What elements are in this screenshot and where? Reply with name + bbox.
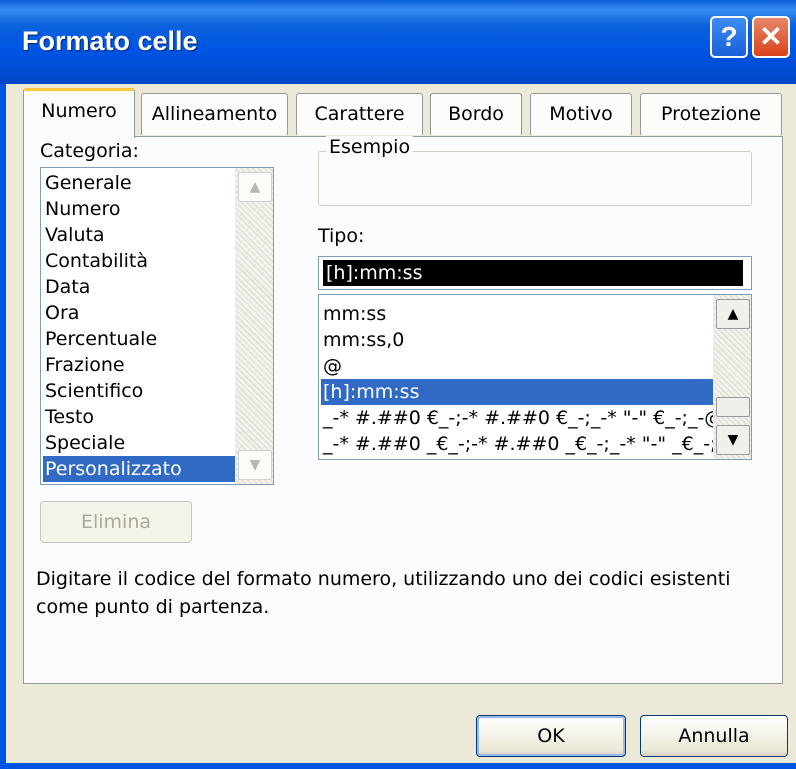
category-item[interactable]: Data xyxy=(43,274,235,300)
close-button[interactable]: ✕ xyxy=(752,16,790,58)
category-label: Categoria: xyxy=(40,140,139,162)
format-item[interactable]: @ xyxy=(321,353,715,379)
dialog-title: Formato celle xyxy=(22,26,198,56)
type-label: Tipo: xyxy=(318,225,365,247)
tab-carattere[interactable]: Carattere xyxy=(296,93,423,135)
category-item[interactable]: Speciale xyxy=(43,430,235,456)
example-groupbox xyxy=(318,151,752,206)
tab-protezione[interactable]: Protezione xyxy=(640,93,782,135)
category-item[interactable]: Generale xyxy=(43,170,235,196)
format-item[interactable]: mm:ss xyxy=(321,301,715,327)
cancel-button[interactable]: Annulla xyxy=(640,715,788,757)
ok-button[interactable]: OK xyxy=(476,715,626,757)
category-item[interactable]: Frazione xyxy=(43,352,235,378)
category-item[interactable]: Ora xyxy=(43,300,235,326)
scroll-down-icon[interactable]: ▼ xyxy=(238,450,272,480)
category-listbox[interactable]: Generale Numero Valuta Contabilità Data … xyxy=(40,167,274,485)
category-item[interactable]: Testo xyxy=(43,404,235,430)
tab-numero[interactable]: Numero xyxy=(23,88,135,138)
category-item[interactable]: Valuta xyxy=(43,222,235,248)
format-scrollbar[interactable]: ▲ ▼ xyxy=(713,295,751,459)
category-item[interactable]: Numero xyxy=(43,196,235,222)
delete-button[interactable]: Elimina xyxy=(40,501,192,543)
help-button[interactable]: ? xyxy=(710,16,748,58)
tab-motivo[interactable]: Motivo xyxy=(530,93,632,135)
scroll-thumb[interactable] xyxy=(716,397,750,417)
title-bar[interactable]: Formato celle ? ✕ xyxy=(0,0,796,84)
description-text: Digitare il codice del formato numero, u… xyxy=(36,568,731,618)
format-listbox[interactable]: mm:ss mm:ss,0 @ [h]:mm:ss _-* #.##0 €_-;… xyxy=(318,294,752,460)
scroll-up-icon[interactable]: ▲ xyxy=(716,299,750,329)
type-input-value: [h]:mm:ss xyxy=(323,260,743,286)
format-item[interactable]: _-* #.##0 _€_-;-* #.##0 _€_-;_-* "-" _€_… xyxy=(321,431,715,457)
scroll-up-icon[interactable]: ▲ xyxy=(238,172,272,202)
example-caption: Esempio xyxy=(326,136,414,158)
format-item-selected[interactable]: [h]:mm:ss xyxy=(321,379,715,405)
category-item[interactable]: Scientifico xyxy=(43,378,235,404)
category-item-selected[interactable]: Personalizzato xyxy=(43,456,235,482)
scroll-down-icon[interactable]: ▼ xyxy=(716,425,750,455)
category-item[interactable]: Percentuale xyxy=(43,326,235,352)
format-item[interactable]: mm:ss,0 xyxy=(321,327,715,353)
category-scrollbar[interactable]: ▲ ▼ xyxy=(235,168,273,484)
type-input[interactable]: [h]:mm:ss xyxy=(318,256,752,290)
category-item[interactable]: Contabilità xyxy=(43,248,235,274)
tab-allineamento[interactable]: Allineamento xyxy=(141,93,288,135)
format-item[interactable]: _-* #.##0 €_-;-* #.##0 €_-;_-* "-" €_-;_… xyxy=(321,405,715,431)
tab-bordo[interactable]: Bordo xyxy=(430,93,522,135)
